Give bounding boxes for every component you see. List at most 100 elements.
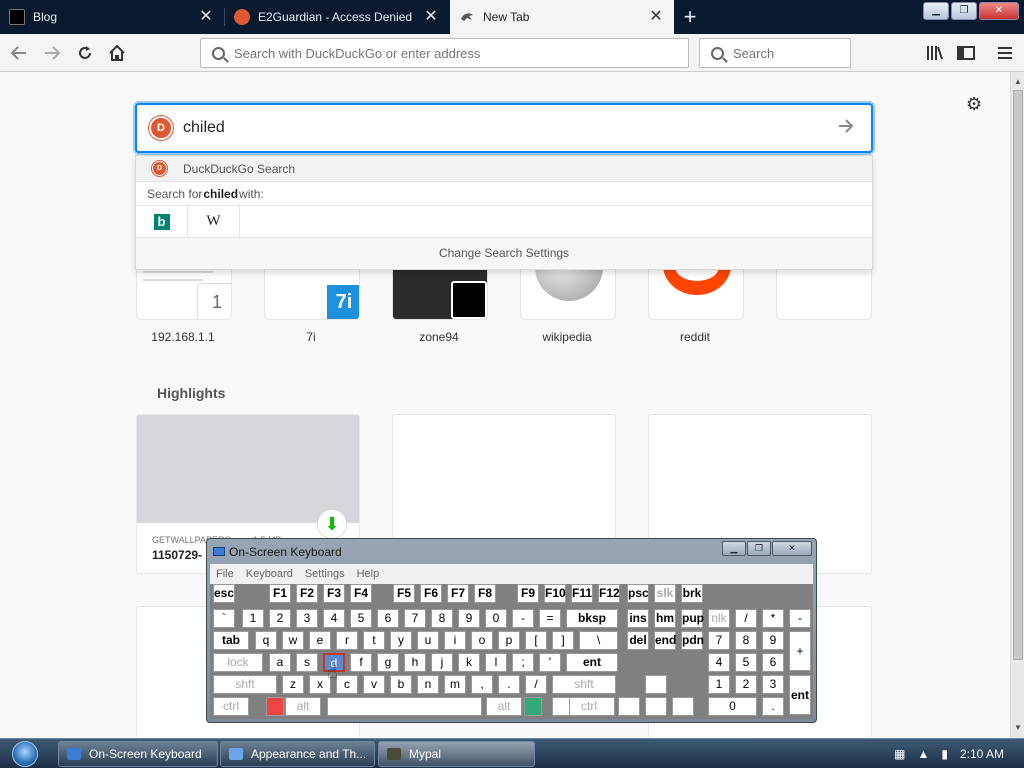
key-i[interactable]: i bbox=[444, 631, 466, 650]
key-x43[interactable]: + bbox=[789, 631, 811, 671]
key-x92[interactable]: \ bbox=[579, 631, 618, 650]
bing-button[interactable]: b bbox=[136, 205, 188, 238]
key-p[interactable]: p bbox=[498, 631, 520, 650]
key-ent[interactable]: ent bbox=[789, 675, 811, 715]
key-alt[interactable]: alt bbox=[486, 697, 522, 716]
hamburger-menu-icon[interactable] bbox=[992, 40, 1018, 66]
scroll-down-icon[interactable]: ▼ bbox=[1013, 722, 1023, 734]
key-pdn[interactable]: pdn bbox=[681, 631, 704, 650]
key-esc[interactable]: esc bbox=[213, 584, 235, 603]
key-x47[interactable]: / bbox=[735, 609, 757, 628]
minimize-button[interactable]: ▁ bbox=[923, 2, 949, 20]
key-F5[interactable]: F5 bbox=[393, 584, 415, 603]
keyboard-tray-icon[interactable]: ▦ bbox=[894, 747, 905, 761]
sidebar-icon[interactable] bbox=[953, 40, 979, 66]
key-x61[interactable]: = bbox=[539, 609, 561, 628]
tab-blog[interactable]: Blog ✕ bbox=[0, 0, 224, 34]
key-v[interactable]: v bbox=[363, 675, 385, 694]
key-0[interactable]: 0 bbox=[708, 697, 757, 716]
key-4[interactable]: 4 bbox=[323, 609, 345, 628]
key-nlk[interactable]: nlk bbox=[708, 609, 730, 628]
key-n[interactable]: n bbox=[417, 675, 439, 694]
key-h[interactable]: h bbox=[404, 653, 426, 672]
default-engine-row[interactable]: D DuckDuckGo Search bbox=[136, 156, 872, 182]
key-pup[interactable]: pup bbox=[681, 609, 704, 628]
osk-menu-settings[interactable]: Settings bbox=[305, 568, 345, 580]
scroll-up-icon[interactable]: ▲ bbox=[1013, 76, 1023, 88]
key-F9[interactable]: F9 bbox=[517, 584, 539, 603]
search-go-arrow-icon[interactable] bbox=[837, 117, 857, 140]
reload-button[interactable] bbox=[72, 40, 98, 66]
key-F10[interactable]: F10 bbox=[544, 584, 566, 603]
key-s[interactable]: s bbox=[296, 653, 318, 672]
key-0[interactable]: 0 bbox=[485, 609, 507, 628]
key-x45[interactable]: - bbox=[789, 609, 811, 628]
close-icon[interactable]: ✕ bbox=[198, 9, 214, 25]
newtab-search-box[interactable]: D bbox=[135, 103, 873, 153]
scroll-thumb[interactable] bbox=[1013, 90, 1023, 660]
key-w[interactable]: w bbox=[282, 631, 304, 650]
key-5[interactable]: 5 bbox=[350, 609, 372, 628]
key-m[interactable]: m bbox=[444, 675, 466, 694]
url-bar[interactable] bbox=[200, 38, 689, 68]
key-9[interactable]: 9 bbox=[458, 609, 480, 628]
key-9[interactable]: 9 bbox=[762, 631, 784, 650]
key-3[interactable]: 3 bbox=[296, 609, 318, 628]
key-q[interactable]: q bbox=[255, 631, 277, 650]
key-f[interactable]: f bbox=[350, 653, 372, 672]
taskbar-item-appearance[interactable]: Appearance and Th... bbox=[220, 741, 375, 767]
key-shft[interactable]: shft bbox=[552, 675, 616, 694]
menu-key-icon[interactable] bbox=[552, 697, 570, 716]
key-tab[interactable]: tab bbox=[213, 631, 249, 650]
close-window-button[interactable]: ✕ bbox=[979, 2, 1019, 20]
taskbar-item-osk[interactable]: On-Screen Keyboard bbox=[58, 741, 218, 767]
key-F6[interactable]: F6 bbox=[420, 584, 442, 603]
taskbar-item-mypal[interactable]: Mypal bbox=[378, 741, 535, 767]
key-3[interactable]: 3 bbox=[762, 675, 784, 694]
start-button[interactable] bbox=[5, 739, 45, 768]
key-r[interactable]: r bbox=[336, 631, 358, 650]
search-bar[interactable] bbox=[699, 38, 851, 68]
key-6[interactable]: 6 bbox=[762, 653, 784, 672]
key-1[interactable]: 1 bbox=[242, 609, 264, 628]
forward-button[interactable] bbox=[39, 40, 65, 66]
wikipedia-button[interactable]: W bbox=[188, 205, 240, 238]
key-c[interactable]: c bbox=[336, 675, 358, 694]
key-j[interactable]: j bbox=[431, 653, 453, 672]
key-e[interactable]: e bbox=[309, 631, 331, 650]
key-F4[interactable]: F4 bbox=[350, 584, 372, 603]
osk-menu-file[interactable]: File bbox=[216, 568, 234, 580]
key-alt[interactable]: alt bbox=[285, 697, 321, 716]
key-F12[interactable]: F12 bbox=[598, 584, 620, 603]
change-search-settings-button[interactable]: Change Search Settings bbox=[136, 238, 872, 268]
left-arrow-key-icon[interactable] bbox=[618, 697, 640, 716]
url-input[interactable] bbox=[234, 45, 688, 61]
osk-minimize-button[interactable]: ▁ bbox=[722, 541, 746, 556]
key-ctrl[interactable]: ctrl bbox=[213, 697, 249, 716]
key-F7[interactable]: F7 bbox=[447, 584, 469, 603]
key-end[interactable]: end bbox=[654, 631, 676, 650]
key-8[interactable]: 8 bbox=[431, 609, 453, 628]
key-F8[interactable]: F8 bbox=[474, 584, 496, 603]
space-key[interactable] bbox=[327, 697, 482, 716]
key-ins[interactable]: ins bbox=[627, 609, 649, 628]
key-hm[interactable]: hm bbox=[654, 609, 676, 628]
tab-new-tab[interactable]: New Tab ✕ bbox=[450, 0, 674, 34]
key-2[interactable]: 2 bbox=[735, 675, 757, 694]
key-b[interactable]: b bbox=[390, 675, 412, 694]
network-icon[interactable]: ▮ bbox=[941, 747, 948, 761]
key-1[interactable]: 1 bbox=[708, 675, 730, 694]
key-psc[interactable]: psc bbox=[627, 584, 649, 603]
osk-menu-keyboard[interactable]: Keyboard bbox=[246, 568, 293, 580]
osk-close-button[interactable]: ✕ bbox=[772, 541, 812, 556]
key-x46[interactable]: . bbox=[498, 675, 520, 694]
key-y[interactable]: y bbox=[390, 631, 412, 650]
key-x44[interactable]: , bbox=[471, 675, 493, 694]
key-x96[interactable]: ` bbox=[213, 609, 235, 628]
key-6[interactable]: 6 bbox=[377, 609, 399, 628]
key-slk[interactable]: slk bbox=[654, 584, 676, 603]
key-5[interactable]: 5 bbox=[735, 653, 757, 672]
key-x93[interactable]: ] bbox=[552, 631, 574, 650]
library-icon[interactable] bbox=[922, 40, 948, 66]
key-F1[interactable]: F1 bbox=[269, 584, 291, 603]
